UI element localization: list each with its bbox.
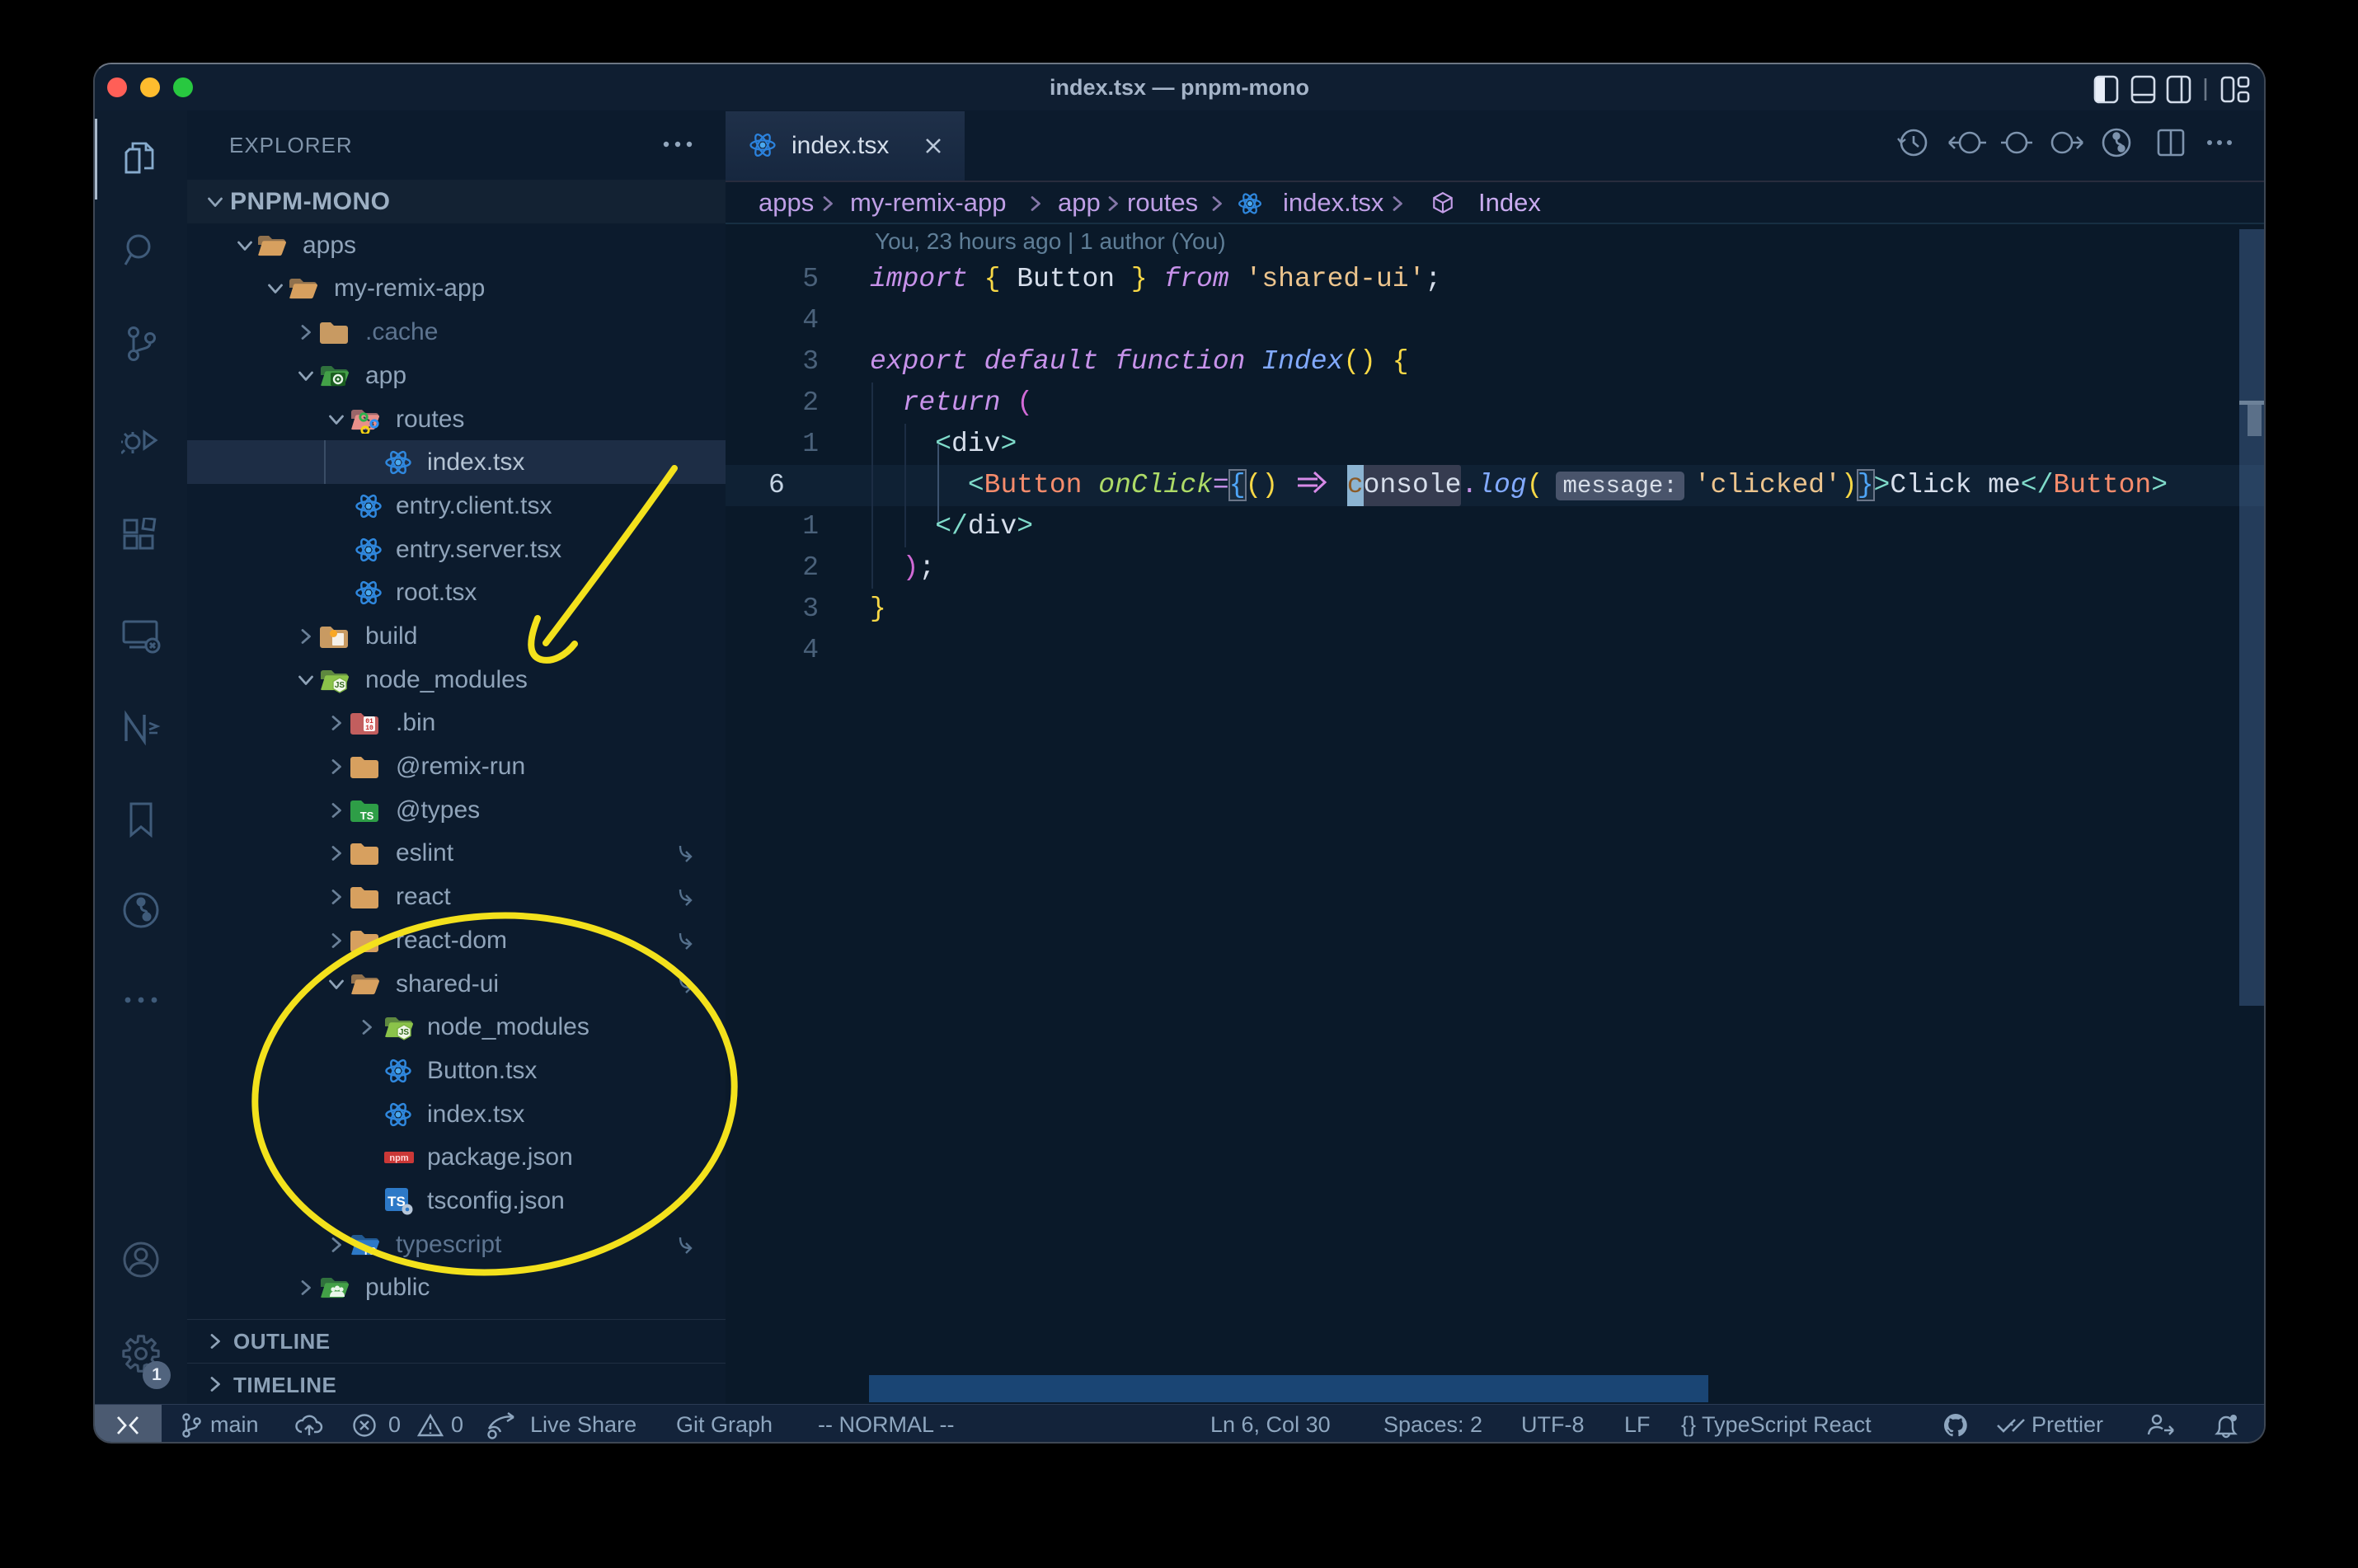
svg-text:npm: npm bbox=[389, 1153, 408, 1163]
svg-text:JS: JS bbox=[399, 1028, 410, 1037]
svg-text:JS: JS bbox=[335, 681, 345, 690]
svg-text:10: 10 bbox=[365, 725, 373, 732]
svg-text:TS: TS bbox=[360, 810, 374, 822]
svg-text:TS: TS bbox=[363, 1245, 377, 1257]
